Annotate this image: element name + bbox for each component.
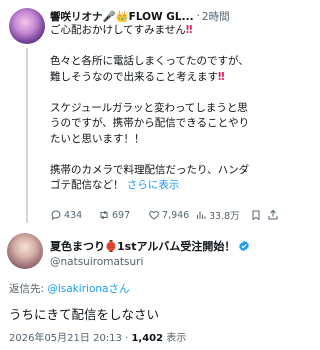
mention-link[interactable]: @isakirionaさん — [47, 283, 129, 295]
thread-connector-line — [26, 48, 28, 223]
retweet-icon — [100, 210, 108, 220]
show-more-link[interactable]: さらに表示 — [127, 179, 180, 191]
author-name-row[interactable]: 夏色まつり 1stアルバム受注開始！ — [50, 238, 295, 254]
views-label: 表示 — [163, 333, 187, 344]
author-name-suffix[interactable]: 1stアルバム受注開始！ — [117, 238, 235, 254]
tweet-line: スケジュールガラッと変わってしまうと思 — [50, 101, 248, 114]
tweet-time[interactable]: 2時間 — [202, 9, 230, 24]
reply-count: 434 — [64, 209, 83, 221]
views-button[interactable]: 33.8万 — [195, 208, 250, 222]
lantern-icon — [106, 240, 116, 252]
views-count: 1,402 — [131, 333, 164, 344]
tweet-timestamp[interactable]: 2026年05月21日 20:13 · — [9, 333, 131, 344]
double-exclamation-icon: ‼ — [185, 24, 193, 36]
author-handle[interactable]: @natsuiromatsuri — [50, 256, 143, 268]
double-exclamation-icon: ‼ — [218, 70, 225, 83]
tweet-text: うちにきて配信をしなさい — [9, 307, 160, 322]
verified-badge-icon — [239, 240, 250, 252]
share-icon — [268, 209, 278, 220]
separator-dot: · — [196, 10, 200, 22]
tweet-line: ご心配おかけしてすみません — [50, 24, 186, 36]
reply-button[interactable]: 434 — [50, 209, 98, 221]
retweet-button[interactable]: 697 — [98, 209, 148, 221]
author-avatar[interactable] — [7, 233, 43, 269]
tweet-line: 難しそうなので出来ること考えます — [50, 70, 218, 83]
reply-icon — [51, 210, 61, 221]
like-button[interactable]: 7,946 — [148, 209, 195, 221]
like-count: 7,946 — [162, 209, 190, 221]
tweet-line: うのですが、携帯から配信できることやり — [50, 117, 250, 129]
tweet-line: ゴテ配信など！ — [50, 179, 124, 191]
tweet-header: 響咲リオナ🎤👑FLOW GL... · 2時間 — [50, 8, 293, 24]
author-name[interactable]: 響咲リオナ🎤👑FLOW GL... — [50, 9, 194, 24]
retweet-count: 697 — [112, 209, 131, 221]
bookmark-icon — [252, 210, 260, 221]
tweet-line: たいと思います！！ — [50, 132, 145, 145]
bookmark-button[interactable] — [250, 209, 267, 221]
heart-icon — [149, 210, 159, 220]
reply-to-line: 返信先: @isakirionaさん — [9, 281, 129, 296]
tweet-line: 色々と各所に電話しまくってたのですが、 — [50, 55, 249, 67]
tweet-meta: 2026年05月21日 20:13 · 1,402 表示 — [9, 329, 186, 344]
author-avatar[interactable] — [9, 8, 45, 44]
author-name[interactable]: 夏色まつり — [50, 238, 105, 254]
reply-to-label: 返信先: — [9, 283, 48, 295]
tweet-text: ご心配おかけしてすみません‼ 色々と各所に電話しまくってたのですが、 難しそうな… — [50, 23, 290, 194]
share-button[interactable] — [267, 209, 281, 221]
views-count: 33.8万 — [209, 211, 240, 222]
views-icon — [197, 211, 206, 219]
tweet-actions: 434 697 7,946 33.8万 — [50, 208, 286, 222]
tweet-line: 携帯のカメラで料理配信だったり、ハンダ — [50, 163, 250, 176]
